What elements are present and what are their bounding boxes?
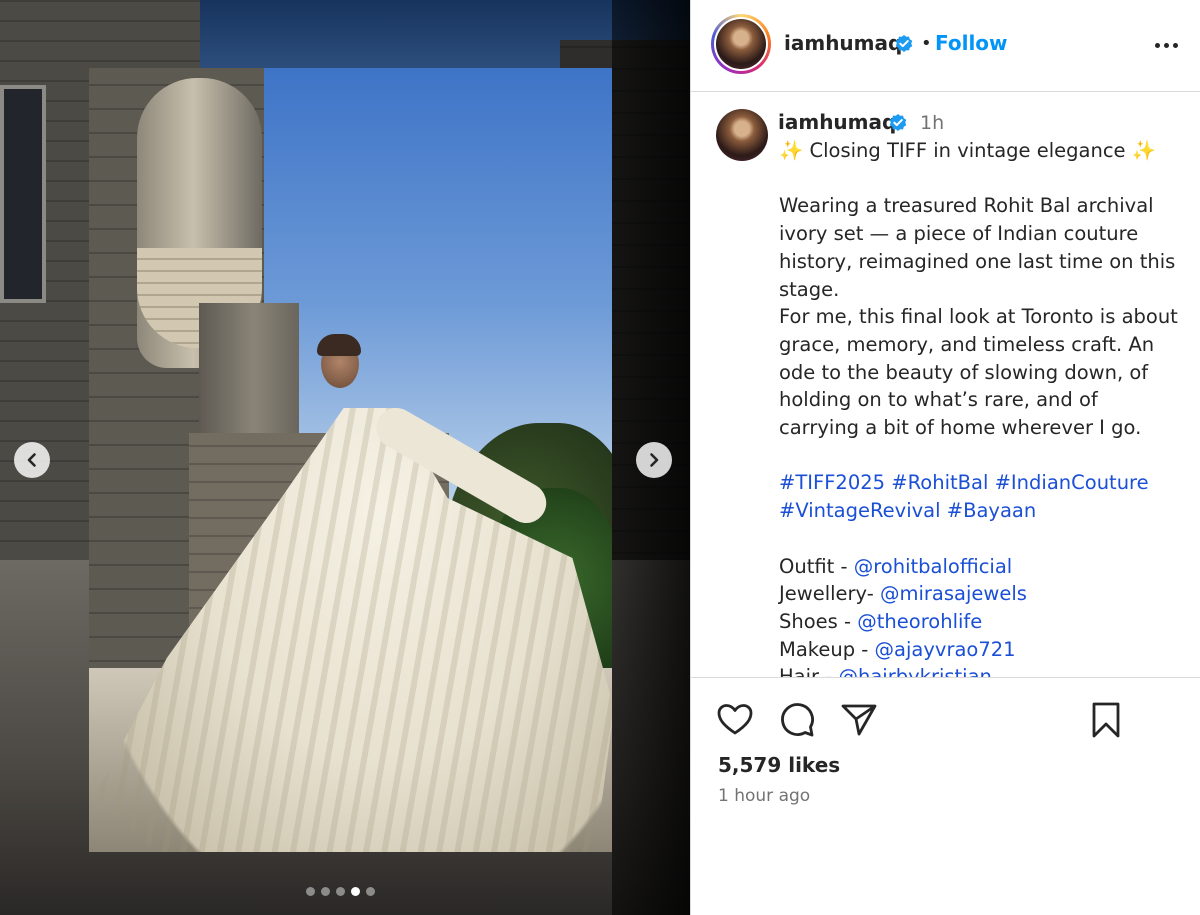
sparkle-emoji: ✨ bbox=[779, 139, 804, 162]
author-username[interactable]: iamhumaq bbox=[784, 31, 902, 55]
mention-link[interactable]: @mirasajewels bbox=[880, 582, 1027, 605]
heart-icon[interactable] bbox=[715, 700, 755, 740]
bookmark-icon[interactable] bbox=[1086, 700, 1126, 740]
mention-link[interactable]: @ajayvrao721 bbox=[875, 638, 1016, 661]
hashtag-link[interactable]: #RohitBal bbox=[891, 471, 988, 494]
author-avatar[interactable] bbox=[716, 19, 766, 69]
credit-line: Makeup - @ajayvrao721 bbox=[779, 636, 1184, 664]
background-window bbox=[0, 85, 46, 303]
caption-author-avatar[interactable] bbox=[716, 109, 768, 161]
post-photo[interactable] bbox=[89, 68, 612, 852]
previous-slide-button[interactable] bbox=[14, 442, 50, 478]
more-options-button[interactable] bbox=[1151, 32, 1181, 58]
carousel-dot bbox=[336, 887, 345, 896]
follow-button[interactable]: Follow bbox=[935, 31, 1008, 55]
more-options-dot bbox=[1163, 42, 1169, 48]
chevron-left-icon bbox=[27, 453, 36, 467]
post-time: 1 hour ago bbox=[718, 786, 811, 806]
mention-link[interactable]: @theorohlife bbox=[857, 610, 982, 633]
story-ring[interactable] bbox=[711, 14, 771, 74]
hashtag-link[interactable]: #VintageRevival bbox=[779, 499, 941, 522]
media-viewer bbox=[0, 0, 690, 915]
more-options-icon bbox=[1154, 42, 1160, 48]
credit-line: Hair - @hairbykristian bbox=[779, 663, 1184, 677]
carousel-dot-active bbox=[351, 887, 360, 896]
caption-text: ✨ Closing TIFF in vintage elegance ✨ Wea… bbox=[779, 137, 1184, 677]
hashtag-link[interactable]: #TIFF2025 bbox=[779, 471, 885, 494]
hashtag-list: #TIFF2025 #RohitBal #IndianCouture #Vint… bbox=[779, 469, 1184, 524]
mention-link[interactable]: @hairbykristian bbox=[838, 665, 991, 677]
post-details-panel: iamhumaq • Follow iamhumaq 1h ✨ Closing … bbox=[690, 0, 1200, 915]
caption-section: iamhumaq 1h ✨ Closing TIFF in vintage el… bbox=[691, 92, 1200, 677]
credit-line: Jewellery- @mirasajewels bbox=[779, 580, 1184, 608]
caption-headline: ✨ Closing TIFF in vintage elegance ✨ bbox=[779, 137, 1184, 165]
send-icon[interactable] bbox=[839, 700, 879, 740]
caption-paragraph-1: Wearing a treasured Rohit Bal archival i… bbox=[779, 194, 1176, 301]
credit-label: Jewellery- bbox=[779, 582, 880, 606]
credit-label: Outfit - bbox=[779, 554, 854, 578]
post-header: iamhumaq • Follow bbox=[691, 0, 1200, 92]
verified-badge-icon bbox=[895, 35, 913, 52]
caption-paragraph-2: For me, this final look at Toronto is ab… bbox=[779, 305, 1178, 440]
chevron-right-icon bbox=[650, 453, 659, 467]
sparkle-emoji: ✨ bbox=[1131, 139, 1157, 162]
carousel-dot bbox=[321, 887, 330, 896]
credit-label: Shoes - bbox=[779, 609, 858, 633]
photo-model-hair bbox=[317, 334, 361, 356]
likes-count[interactable]: 5,579 likes bbox=[718, 753, 840, 777]
credits-list: Outfit - @rohitbalofficial Jewellery- @mi… bbox=[779, 553, 1184, 678]
next-slide-button[interactable] bbox=[636, 442, 672, 478]
carousel-dot bbox=[366, 887, 375, 896]
post-actions: 5,579 likes 1 hour ago bbox=[691, 677, 1200, 915]
story-ring-inner bbox=[714, 17, 768, 71]
credit-label: Hair - bbox=[779, 665, 839, 677]
more-options-dot bbox=[1172, 42, 1178, 48]
hashtag-link[interactable]: #IndianCouture bbox=[995, 471, 1149, 494]
caption-line-1: Closing TIFF in vintage elegance bbox=[809, 139, 1126, 162]
comment-icon[interactable] bbox=[777, 700, 817, 740]
credit-line: Shoes - @theorohlife bbox=[779, 608, 1184, 636]
credit-label: Makeup - bbox=[779, 637, 875, 661]
hashtag-link[interactable]: #Bayaan bbox=[947, 499, 1036, 522]
verified-badge-icon bbox=[889, 114, 907, 131]
follow-separator: • bbox=[921, 33, 932, 54]
mention-link[interactable]: @rohitbalofficial bbox=[854, 555, 1012, 578]
caption-author-username[interactable]: iamhumaq bbox=[778, 110, 896, 134]
carousel-dot bbox=[306, 887, 315, 896]
credit-line: Outfit - @rohitbalofficial bbox=[779, 553, 1184, 581]
carousel-indicator bbox=[306, 887, 375, 896]
caption-timestamp: 1h bbox=[920, 112, 945, 134]
